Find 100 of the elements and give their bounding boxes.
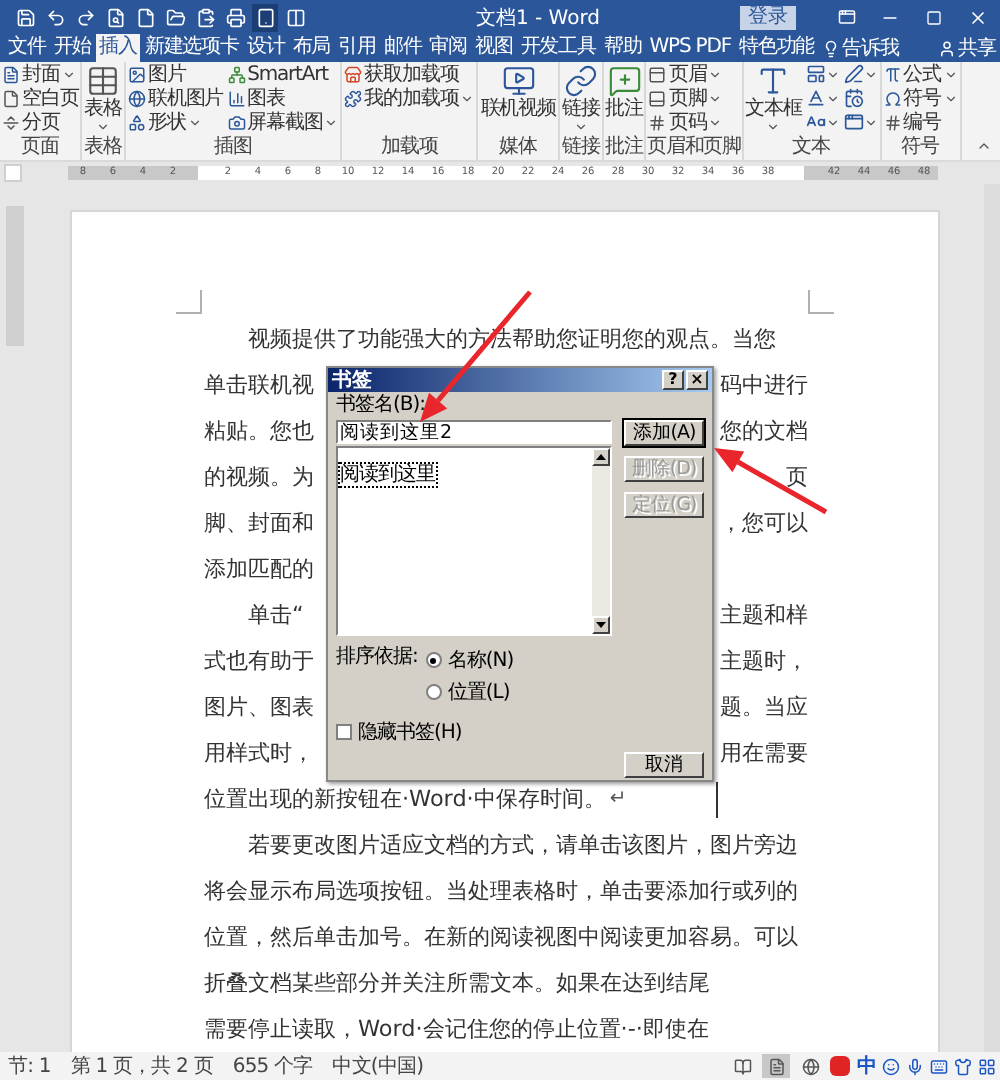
shirt-icon[interactable] [954, 1057, 972, 1075]
ribbon-button[interactable]: 编号 [881, 110, 960, 134]
ribbon-button[interactable]: 图表 [225, 86, 341, 110]
paragraph-mark: ↵ [609, 788, 627, 810]
group-label: 符号 [899, 136, 942, 160]
ribbon-icon-button[interactable] [803, 62, 842, 86]
bookmark-item[interactable]: 阅读到这里 [340, 464, 435, 486]
ime-logo-icon[interactable] [830, 1056, 851, 1076]
help-button[interactable]: ? [662, 370, 684, 390]
folder-icon[interactable] [165, 7, 185, 27]
ribbon-button[interactable]: 文本框 [743, 62, 804, 134]
save-icon[interactable] [15, 7, 35, 27]
ribbon-tab[interactable]: 邮件 [379, 34, 426, 62]
ribbon-tab[interactable]: 引用 [334, 34, 380, 62]
ribbon-button[interactable]: 联机图片 [126, 86, 226, 110]
ribbon-tab[interactable]: 插入 [95, 34, 141, 62]
ribbon-button[interactable]: 页眉 [646, 62, 725, 86]
columns-icon[interactable] [285, 7, 305, 27]
document-text: 题。当应 [720, 692, 808, 722]
group-label: 媒体 [497, 136, 539, 160]
document-text: 若要更改图片适应文档的方式，请单击该图片，图片旁边 [246, 830, 798, 860]
group-label: 表格 [82, 136, 125, 160]
share-button[interactable]: 共享 [934, 34, 1000, 62]
touch-mode-icon[interactable] [255, 7, 275, 27]
new-document-icon[interactable] [135, 7, 155, 27]
paste-icon[interactable] [195, 7, 215, 27]
printer-icon[interactable] [225, 7, 245, 27]
ribbon-tab[interactable]: 开发工具 [516, 34, 600, 62]
ribbon-button[interactable]: 链接 [559, 62, 602, 134]
ime-mode[interactable]: 中 [856, 1052, 876, 1080]
ribbon-tab[interactable]: 新建选项卡 [140, 34, 243, 62]
keyboard-icon[interactable] [930, 1057, 948, 1075]
ribbon-button[interactable]: 屏幕截图 [225, 110, 341, 134]
scroll-down-button[interactable] [592, 616, 610, 634]
ribbon-button[interactable]: 分页 [0, 110, 81, 134]
redo-icon[interactable] [75, 7, 95, 27]
microphone-icon[interactable] [906, 1057, 924, 1075]
print-layout-button[interactable] [762, 1054, 791, 1078]
maximize-icon [926, 9, 942, 25]
ribbon-button[interactable]: 批注 [603, 62, 645, 120]
ribbon-button[interactable]: 联机视频 [478, 62, 558, 120]
ribbon-button[interactable]: 页脚 [646, 86, 725, 110]
ribbon-button[interactable]: 空白页 [0, 86, 81, 110]
ribbon-button[interactable]: 图片 [126, 62, 226, 86]
ribbon-button[interactable]: 页码 [646, 110, 725, 134]
ribbon-tab[interactable]: 设计 [242, 34, 289, 62]
undo-icon[interactable] [45, 7, 65, 27]
hide-bookmarks-checkbox[interactable]: 隐藏书签(H) [336, 718, 712, 746]
header-icon [648, 65, 667, 83]
ribbon-button[interactable]: 我的加载项 [342, 86, 477, 110]
ribbon-button[interactable]: 表格 [82, 62, 125, 134]
ribbon-tab[interactable]: 审阅 [425, 34, 472, 62]
ribbon-button[interactable]: 获取加载项 [342, 62, 477, 86]
ribbon-tab[interactable]: 文件 [4, 34, 50, 62]
ribbon-tab[interactable]: WPS PDF [645, 34, 735, 62]
print-preview-icon[interactable] [105, 7, 125, 27]
date-time-icon [843, 88, 864, 108]
lightbulb-icon [822, 39, 841, 57]
sort-label: 排序依据: [336, 646, 418, 670]
document-text: 页 [786, 462, 808, 492]
ribbon-tab[interactable]: 布局 [288, 34, 335, 62]
ribbon-button[interactable]: 公式 [881, 62, 960, 86]
text-box-icon [756, 64, 791, 98]
ribbon-icon-button[interactable] [841, 62, 880, 86]
close-button[interactable]: × [686, 370, 708, 390]
collapse-ribbon-icon[interactable] [976, 138, 992, 154]
bar-chart-icon [227, 89, 246, 107]
tell-me-button[interactable]: 告诉我 [818, 34, 903, 62]
cancel-button[interactable]: 取消 [624, 752, 704, 778]
ribbon-button[interactable]: SmartArt [225, 62, 341, 86]
ribbon-tab[interactable]: 帮助 [599, 34, 646, 62]
ribbon-button[interactable]: 形状 [126, 110, 226, 134]
document-text: ，您可以 [720, 508, 808, 538]
bookmark-list[interactable]: 阅读到这里 [336, 446, 612, 636]
ribbon-icon-button[interactable] [841, 110, 880, 134]
document-text: 折叠文档某些部分并关注所需文本。如果在达到结尾 [204, 968, 710, 998]
ribbon-tab[interactable]: 开始 [49, 34, 96, 62]
scroll-up-button[interactable] [592, 448, 610, 466]
group-label: 加载项 [379, 136, 440, 160]
radio-option[interactable]: 位置(L) [425, 678, 514, 706]
radio-option[interactable]: 名称(N) [425, 646, 514, 674]
image-icon [128, 65, 147, 83]
group-label: 链接 [559, 136, 602, 160]
document-text: 的视频。为 [204, 462, 314, 492]
document-text: 添加匹配的 [204, 554, 314, 584]
grid-icon[interactable] [978, 1057, 996, 1075]
video-icon [501, 64, 536, 98]
dialog-button[interactable]: 添加(A) [624, 420, 704, 446]
shapes-icon [128, 113, 147, 131]
ribbon-button[interactable]: 符号 [881, 86, 960, 110]
smile-icon[interactable] [882, 1057, 900, 1075]
cover-page-icon [2, 65, 20, 83]
smartart-icon [227, 65, 246, 83]
close-icon [968, 7, 988, 27]
ribbon-button[interactable]: 封面 [0, 62, 81, 86]
ribbon-tab[interactable]: 特色功能 [734, 34, 819, 62]
sign-in-button[interactable]: 登录 [740, 5, 796, 29]
document-text: 用在需要 [720, 738, 808, 768]
ribbon-tab[interactable]: 视图 [471, 34, 517, 62]
ribbon-icon-button[interactable] [803, 86, 842, 110]
